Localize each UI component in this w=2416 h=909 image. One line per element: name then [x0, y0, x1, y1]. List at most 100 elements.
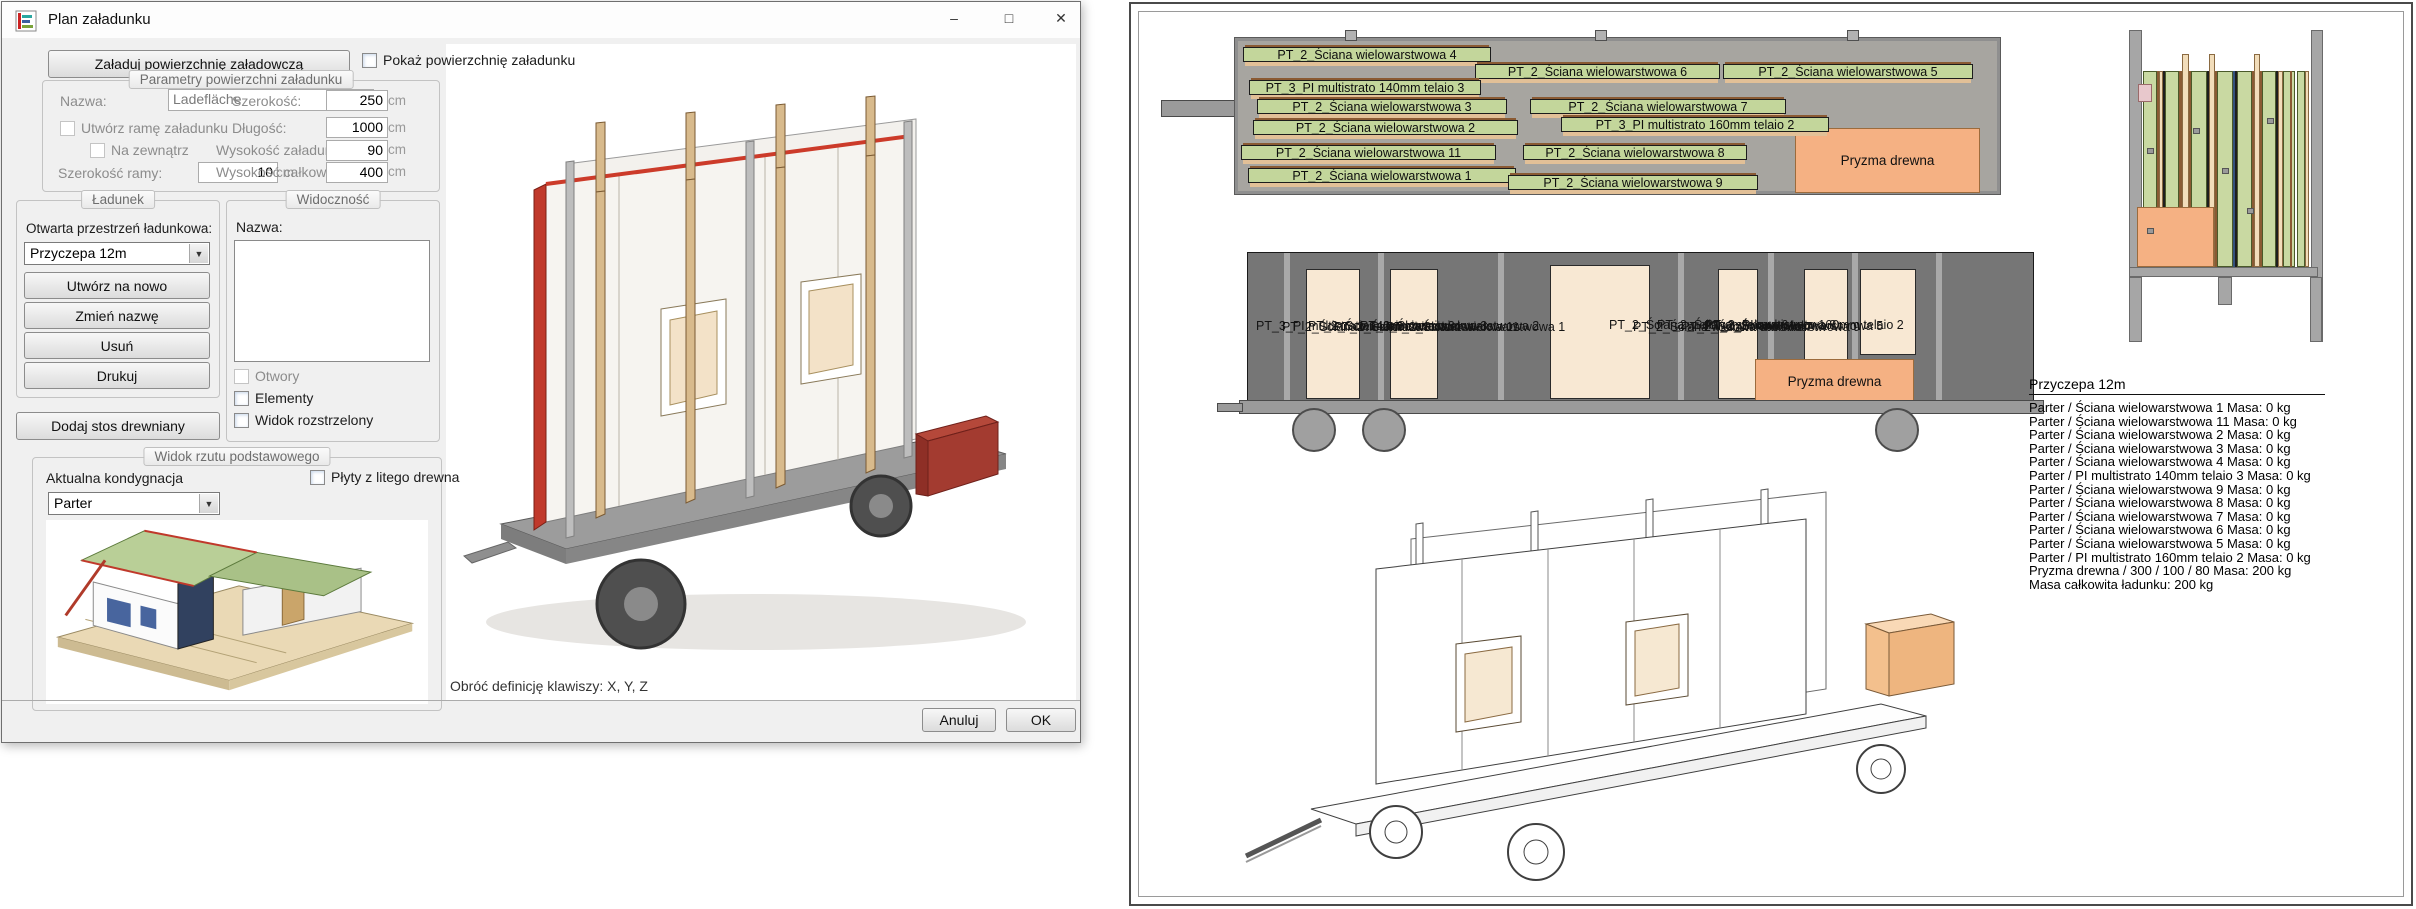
plan-wood-pile: Pryzma drewna [1795, 128, 1980, 193]
summary-line: Parter / Ściana wielowarstwowa 7 Masa: 0… [2029, 510, 2349, 524]
create-new-button[interactable]: Utwórz na nowo [24, 272, 210, 299]
close-button[interactable]: ✕ [1039, 2, 1083, 34]
rename-button[interactable]: Zmień nazwę [24, 302, 210, 329]
dialog-title: Plan załadunku [48, 11, 151, 28]
preview-viewport[interactable] [446, 44, 1076, 700]
end-connector [2147, 228, 2154, 234]
length-label: Długość: [232, 120, 286, 136]
delete-button[interactable]: Usuń [24, 332, 210, 359]
summary-line: Parter / Ściana wielowarstwowa 8 Masa: 0… [2029, 496, 2349, 510]
plan-bar: PT_3_PI multistrato 160mm telaio 2 [1561, 117, 1829, 132]
combo-value: Przyczepa 12m [30, 245, 126, 261]
unit-label: cm [388, 164, 406, 179]
cargo-space-combo[interactable]: Przyczepa 12m ▼ [24, 242, 210, 265]
elements-checkbox[interactable]: Elementy [234, 390, 313, 406]
summary-line: Parter / Ściana wielowarstwowa 4 Masa: 0… [2029, 455, 2349, 469]
end-view [2126, 28, 2326, 346]
solid-wood-checkbox[interactable]: Płyty z litego drewna [310, 469, 459, 485]
plan-bar: PT_2_Ściana wielowarstwowa 1 [1248, 168, 1516, 183]
cargo-group-caption: Ładunek [81, 190, 155, 209]
summary-title: Przyczepa 12m [2029, 376, 2325, 395]
cancel-button[interactable]: Anuluj [922, 708, 996, 732]
plan-bar: PT_2_Ściana wielowarstwowa 3 [1257, 99, 1507, 114]
checkbox-label: Otwory [255, 368, 299, 384]
load-height-field[interactable]: 90 [326, 140, 388, 161]
add-wood-stack-button[interactable]: Dodaj stos drewniany [16, 412, 220, 440]
bed-tab [1847, 30, 1859, 41]
summary-line: Parter / Ściana wielowarstwowa 11 Masa: … [2029, 415, 2349, 429]
plan-bar: PT_2_Ściana wielowarstwowa 8 [1523, 145, 1747, 160]
width-label: Szerokość: [232, 93, 301, 109]
house-3d-preview [46, 520, 428, 704]
end-leg [2129, 277, 2142, 342]
storey-combo[interactable]: Parter ▼ [48, 492, 220, 515]
plan-drawbar [1161, 100, 1241, 117]
ok-button[interactable]: OK [1006, 708, 1076, 732]
summary-line: Parter / PI multistrato 160mm telaio 2 M… [2029, 551, 2349, 565]
checkbox-box[interactable] [234, 369, 249, 384]
summary-line: Parter / Ściana wielowarstwowa 6 Masa: 0… [2029, 523, 2349, 537]
checkbox-label: Elementy [255, 390, 313, 406]
end-wood-pile [2137, 207, 2214, 267]
combo-value: Parter [54, 495, 92, 511]
visibility-name-label: Nazwa: [236, 219, 283, 235]
isometric-view [1226, 464, 2046, 894]
end-panel-strip [2290, 71, 2292, 267]
dialog-titlebar[interactable]: Plan załadunku – □ ✕ [2, 2, 1080, 38]
trailer-3d-preview[interactable] [446, 44, 1076, 684]
unit-label: cm [388, 93, 406, 108]
plan-bar: PT_2_Ściana wielowarstwowa 9 [1508, 175, 1758, 190]
checkbox-box[interactable] [90, 143, 105, 158]
total-height-field[interactable]: 400 [326, 162, 388, 183]
report-sheet: Pryzma drewna PT_2_Ściana wielowarstwowa… [1129, 2, 2413, 906]
visibility-listbox[interactable] [234, 240, 430, 362]
rotate-hint: Obróć definicję klawiszy: X, Y, Z [450, 678, 648, 694]
print-button[interactable]: Drukuj [24, 362, 210, 389]
bed-tab [1595, 30, 1607, 41]
end-leg [2218, 277, 2232, 305]
storey-label: Aktualna kondygnacja [46, 470, 183, 486]
checkbox-box[interactable] [234, 391, 249, 406]
loading-plan-dialog: Plan załadunku – □ ✕ [1, 1, 1081, 743]
summary-line: Parter / PI multistrato 140mm telaio 3 M… [2029, 469, 2349, 483]
checkbox-box[interactable] [60, 121, 75, 136]
end-connector [2147, 148, 2154, 154]
checkbox-box[interactable] [362, 53, 377, 68]
checkbox-label: Płyty z litego drewna [331, 469, 459, 485]
create-frame-checkbox[interactable]: Utwórz ramę załadunku [60, 120, 228, 136]
plan-bar: PT_2_Ściana wielowarstwowa 5 [1723, 64, 1973, 79]
floorplan-preview[interactable] [46, 520, 428, 704]
summary-lines: Parter / Ściana wielowarstwowa 1 Masa: 0… [2029, 401, 2349, 591]
summary-line: Masa całkowita ładunku: 200 kg [2029, 578, 2349, 592]
base-view-group-caption: Widok rzutu podstawowego [143, 447, 330, 466]
end-pink-block [2138, 84, 2152, 102]
maximize-button[interactable]: □ [987, 2, 1031, 34]
plan-bar: PT_2_Ściana wielowarstwowa 6 [1475, 64, 1720, 79]
end-panel-strip [2262, 71, 2276, 267]
params-group-caption: Parametry powierzchni załadunku [129, 70, 354, 89]
plan-bar: PT_2_Ściana wielowarstwowa 7 [1530, 99, 1786, 114]
unit-label: cm [388, 142, 406, 157]
summary-line: Parter / Ściana wielowarstwowa 1 Masa: 0… [2029, 401, 2349, 415]
frame-width-label: Szerokość ramy: [58, 165, 162, 181]
chevron-down-icon[interactable]: ▼ [189, 244, 208, 263]
width-field[interactable]: 250 [326, 90, 388, 111]
checkbox-box[interactable] [234, 413, 249, 428]
summary-line: Pryzma drewna / 300 / 100 / 80 Masa: 200… [2029, 564, 2349, 578]
show-surface-checkbox[interactable]: Pokaż powierzchnię załadunku [362, 52, 575, 68]
plan-view: Pryzma drewna PT_2_Ściana wielowarstwowa… [1235, 38, 2000, 194]
exploded-view-checkbox[interactable]: Widok rozstrzelony [234, 412, 373, 428]
chevron-down-icon[interactable]: ▼ [199, 494, 218, 513]
length-field[interactable]: 1000 [326, 117, 388, 138]
checkbox-label: Widok rozstrzelony [255, 412, 373, 428]
minimize-button[interactable]: – [932, 2, 976, 34]
outside-checkbox[interactable]: Na zewnątrz [90, 142, 189, 158]
summary-line: Parter / Ściana wielowarstwowa 5 Masa: 0… [2029, 537, 2349, 551]
end-panel-strip [2283, 71, 2295, 267]
checkbox-box[interactable] [310, 470, 325, 485]
end-panel-strip [2237, 71, 2252, 267]
checkbox-label: Pokaż powierzchnię załadunku [383, 52, 575, 68]
openings-checkbox[interactable]: Otwory [234, 368, 299, 384]
summary-line: Parter / Ściana wielowarstwowa 3 Masa: 0… [2029, 442, 2349, 456]
unit-label: cm [388, 120, 406, 135]
